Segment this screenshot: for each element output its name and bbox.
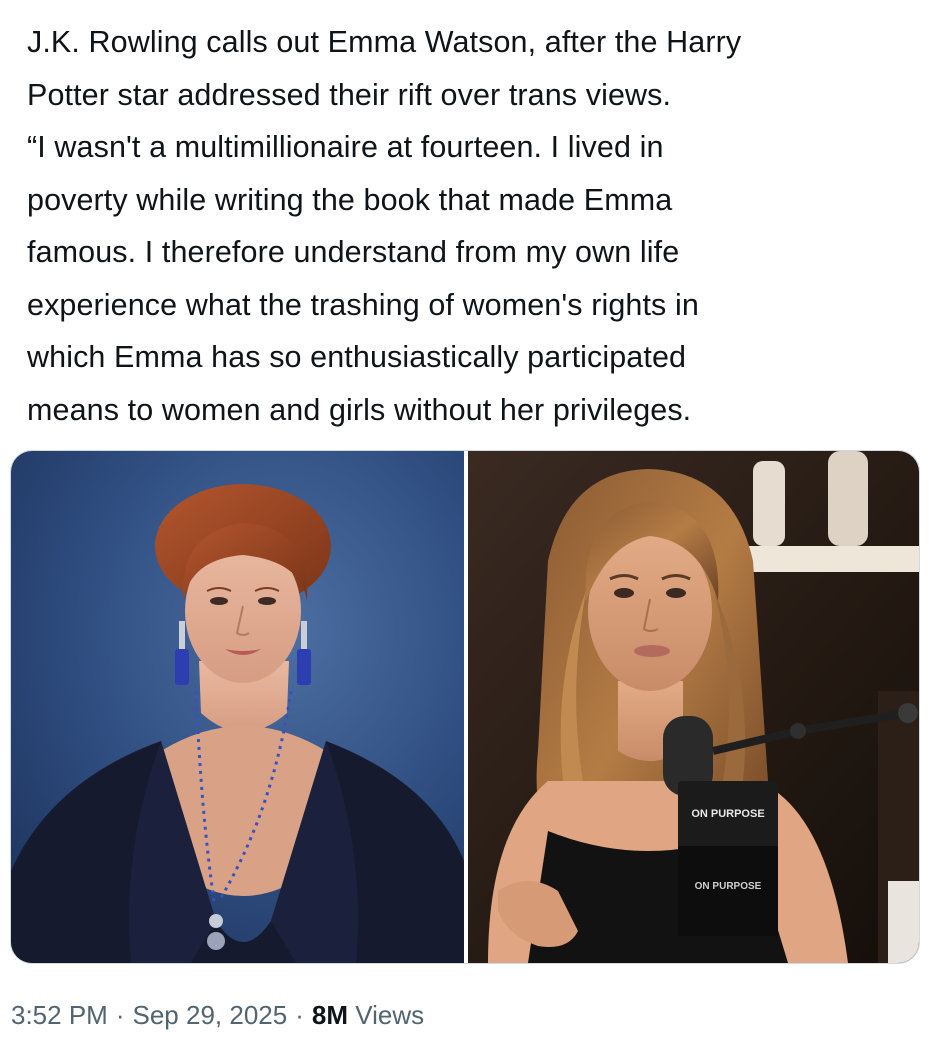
photo-left-illustration xyxy=(11,451,464,963)
tweet-text-line: which Emma has so enthusiastically parti… xyxy=(27,340,687,374)
photo-right-illustration: ON PURPOSE ON PURPOSE xyxy=(468,451,919,963)
photo-left[interactable] xyxy=(11,451,464,963)
tweet-text-line: J.K. Rowling calls out Emma Watson, afte… xyxy=(27,25,742,59)
photo-right[interactable]: ON PURPOSE ON PURPOSE xyxy=(468,451,919,963)
tweet-text-line: Potter star addressed their rift over tr… xyxy=(27,77,672,112)
tweet-text-line: means to women and girls without her pri… xyxy=(27,392,692,427)
tweet-date-link[interactable]: Sep 29, 2025 xyxy=(133,1000,288,1030)
views-label: Views xyxy=(355,1000,425,1030)
views-count[interactable]: 8M xyxy=(312,1000,348,1030)
separator-dot: · xyxy=(115,1000,125,1030)
tweet-text: J.K. Rowling calls out Emma Watson, afte… xyxy=(27,16,917,436)
tweet-text-line: poverty while writing the book that made… xyxy=(27,182,673,217)
tweet-time-link[interactable]: 3:52 PM xyxy=(11,1000,108,1030)
tweet-media-grid: ON PURPOSE ON PURPOSE xyxy=(10,450,920,964)
separator-dot: · xyxy=(295,1000,304,1030)
tweet-text-line: famous. I therefore understand from my o… xyxy=(27,235,680,269)
tweet-text-line: experience what the trashing of women's … xyxy=(27,287,699,322)
mic-brand-label-bottom: ON PURPOSE xyxy=(695,881,762,892)
mic-brand-label-top: ON PURPOSE xyxy=(691,808,764,820)
tweet-text-line: “I wasn't a multimillionaire at fourteen… xyxy=(27,130,664,164)
tweet-metadata: 3:52 PM · Sep 29, 2025 · 8M Views xyxy=(11,1000,424,1031)
